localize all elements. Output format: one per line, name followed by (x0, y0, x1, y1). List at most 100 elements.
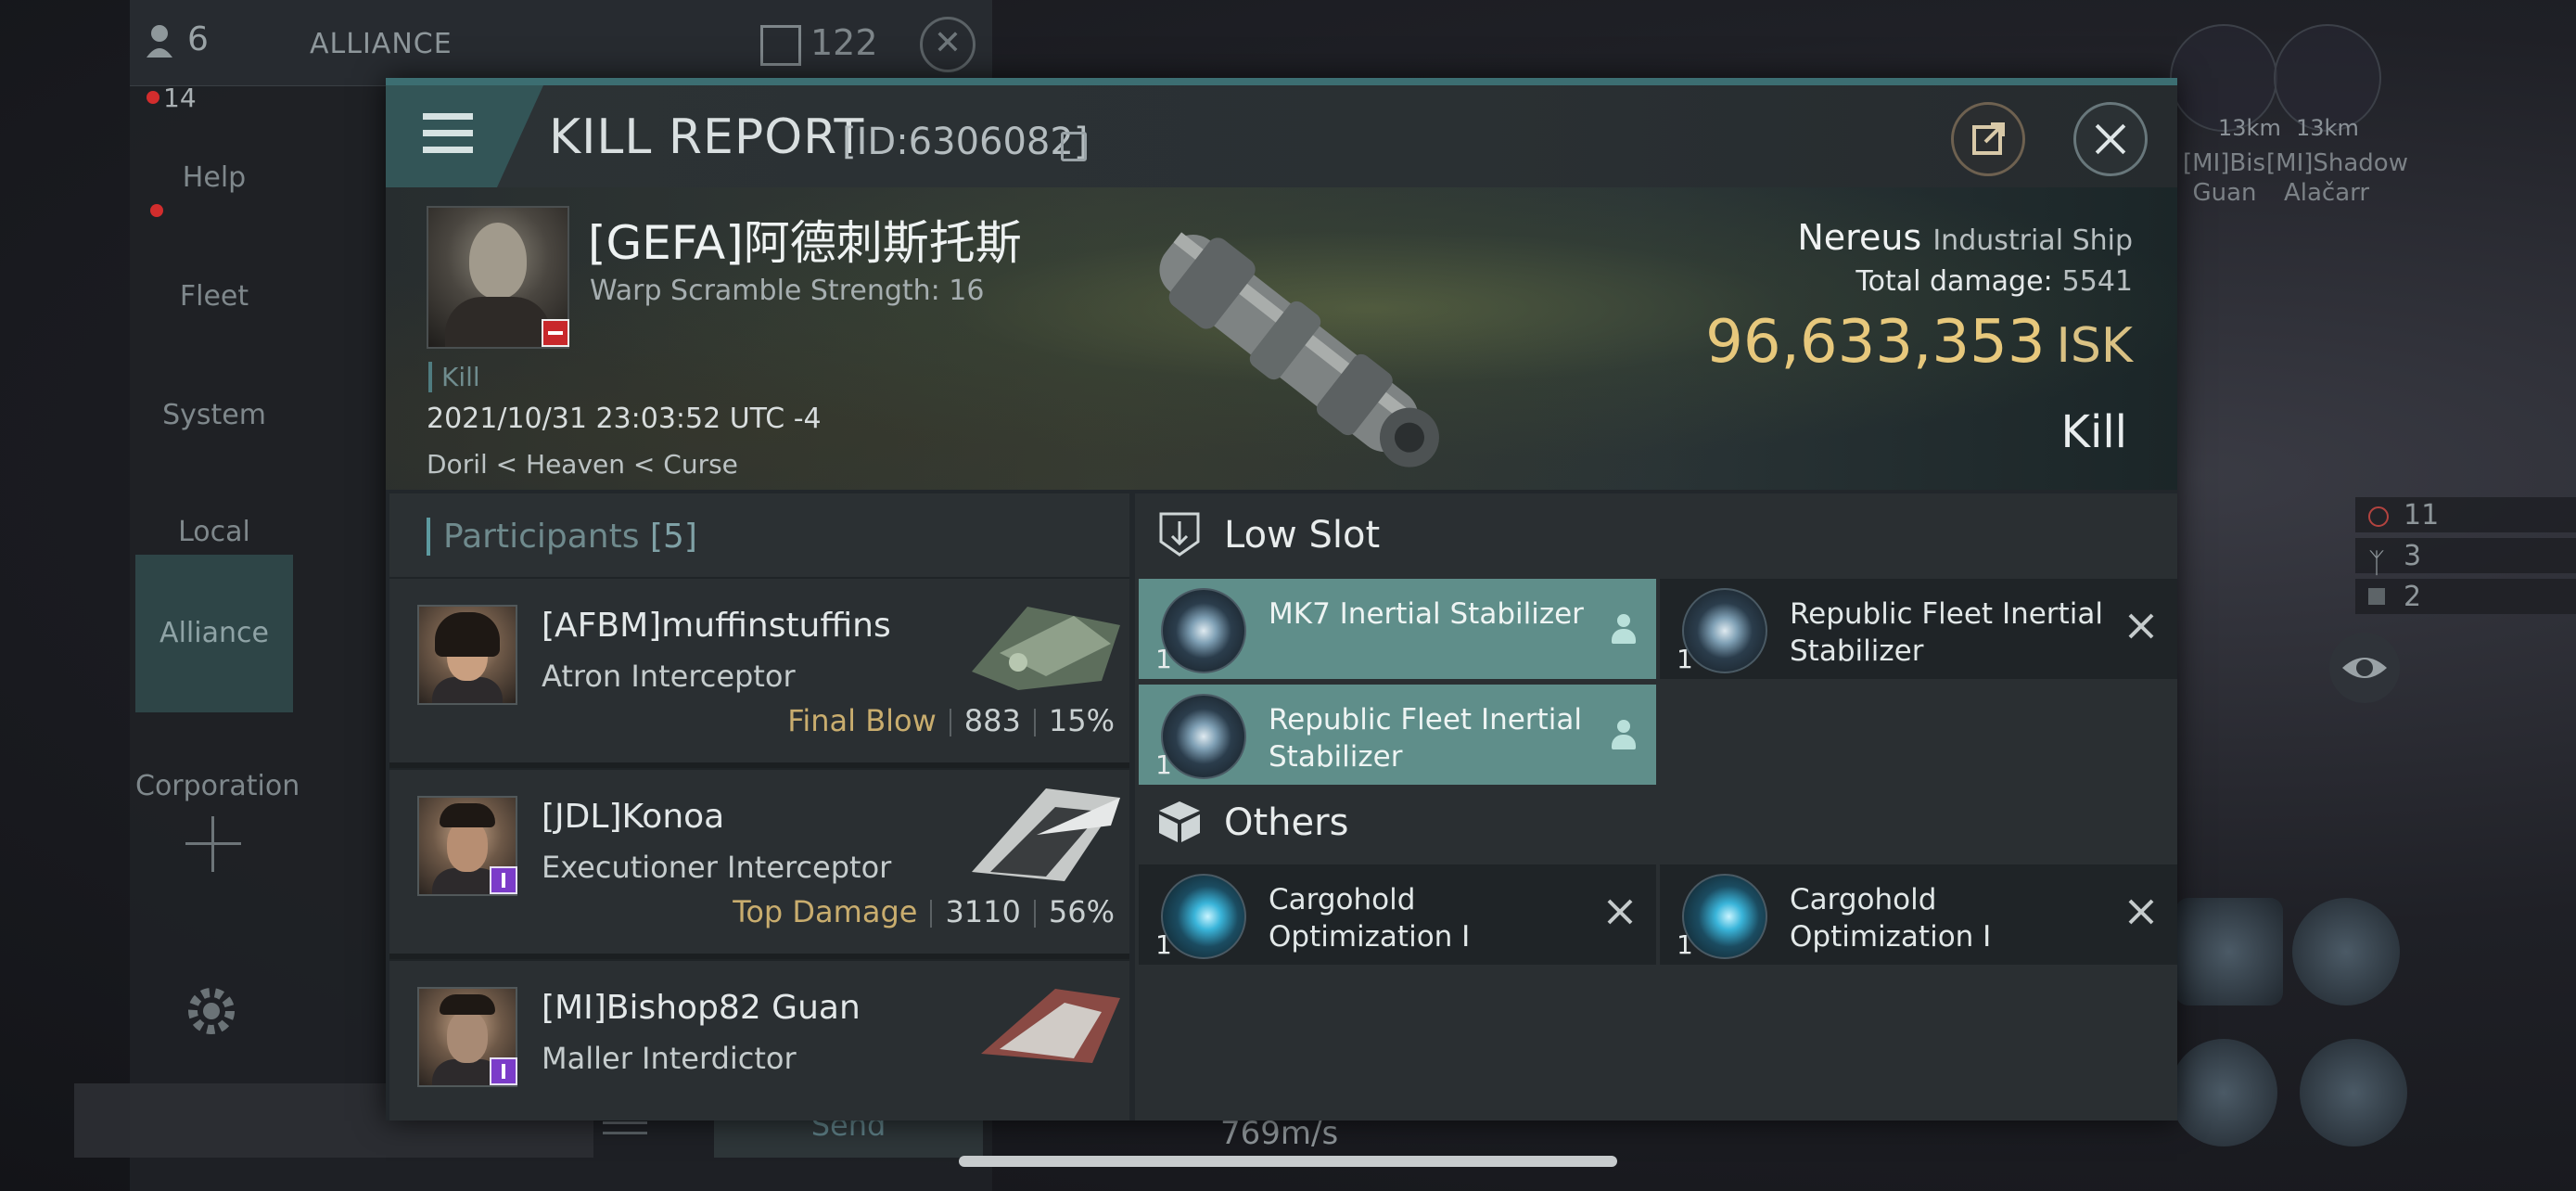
user-icon (147, 25, 172, 58)
result-label: Kill (2060, 406, 2127, 458)
ship-image (972, 607, 1120, 690)
modal-header: KILL REPORT [ID:6306082] (386, 85, 2177, 187)
others-label: Others (1224, 801, 1349, 844)
home-indicator (959, 1156, 1617, 1167)
nav-alliance[interactable]: Alliance (135, 555, 293, 712)
add-channel-icon[interactable] (185, 816, 241, 872)
menu-button[interactable] (386, 85, 543, 187)
module-item[interactable]: 1 Cargohold Optimization I (1139, 864, 1656, 965)
destroyed-x-icon (2125, 610, 2157, 642)
square-icon (2368, 588, 2385, 605)
participant-row[interactable]: [MI]Bishop82 Guan Maller Interdictor (389, 961, 1129, 1121)
module-name: Cargohold Optimization I (1790, 883, 1992, 954)
copy-icon[interactable] (1061, 132, 1087, 161)
participants-label: Participants [5] (427, 518, 697, 556)
warp-scramble-strength: Warp Scramble Strength: 16 (590, 275, 985, 307)
nav-fleet[interactable]: Fleet (135, 241, 293, 352)
module-quantity: 1 (1677, 929, 1693, 960)
chat-member-count[interactable]: 122 (760, 22, 878, 66)
module-button[interactable] (2170, 1039, 2277, 1146)
participant-ship: Maller Interdictor (542, 1041, 797, 1076)
module-item[interactable]: 1 Republic Fleet Inertial Stabilizer (1139, 685, 1656, 785)
modal-title: KILL REPORT (549, 109, 865, 165)
module-quantity: 1 (1155, 644, 1172, 674)
inertial-stabilizer-icon (1682, 588, 1767, 673)
participant-stats: Top Damage 3110 56% (733, 894, 1115, 929)
participant-stats: Final Blow 883 15% (787, 703, 1115, 738)
destroyed-x-icon (1604, 896, 1636, 928)
participants-header: Participants [5] (389, 493, 1129, 577)
module-item[interactable]: 1 MK7 Inertial Stabilizer (1139, 579, 1656, 679)
unread-badge: 14 (163, 83, 197, 113)
avatar[interactable] (417, 605, 517, 705)
participant-ship: Atron Interceptor (542, 659, 796, 694)
chat-header: 6 ALLIANCE 122 ✕ (130, 0, 992, 86)
victim-banner: [GEFA]阿德刺斯托斯 Warp Scramble Strength: 16 … (386, 187, 2177, 490)
participant-name: [JDL]Konoa (542, 798, 725, 836)
share-button[interactable] (1951, 102, 2025, 176)
participant-row[interactable]: [AFBM]muffinstuffins Atron Interceptor F… (389, 579, 1129, 768)
dropped-person-icon (1610, 614, 1638, 646)
cargo-box-icon (1159, 801, 1200, 842)
module-item[interactable]: 1 Cargohold Optimization I (1660, 864, 2177, 965)
target-name: [MI]Bishop82 Guan (2183, 149, 2266, 207)
victim-name[interactable]: [GEFA]阿德刺斯托斯 (588, 206, 1022, 273)
module-item[interactable]: 1 Republic Fleet Inertial Stabilizer (1660, 579, 2177, 679)
others-header: Others (1135, 781, 2177, 866)
participant-ship: Executioner Interceptor (542, 850, 892, 885)
kill-timestamp: 2021/10/31 23:03:52 UTC -4 (427, 403, 822, 435)
top-damage-label: Top Damage (733, 894, 918, 929)
modules-panel: Low Slot 1 MK7 Inertial Stabilizer 1 Rep… (1135, 493, 2177, 1121)
participant-damage: 3110 (945, 894, 1021, 929)
dropped-person-icon (1610, 720, 1638, 751)
eye-icon[interactable] (2329, 633, 2400, 703)
close-button[interactable] (2073, 102, 2148, 176)
participants-count: [5] (649, 518, 697, 556)
target-name: [MI]Shadow Alačarr (2266, 149, 2408, 207)
ship-name[interactable]: Nereus Industrial Ship (1797, 217, 2133, 258)
ship-class: Industrial Ship (1932, 224, 2133, 257)
inertial-stabilizer-icon (1161, 588, 1246, 673)
participant-row[interactable]: [JDL]Konoa Executioner Interceptor Top D… (389, 770, 1129, 959)
nav-system[interactable]: System (135, 360, 293, 471)
ship-image (1159, 232, 1439, 467)
info-badge-icon (490, 1057, 517, 1085)
participants-panel: Participants [5] [AFBM]muffinstuffins At… (389, 493, 1129, 1121)
total-damage: Total damage: 5541 (1855, 265, 2133, 298)
participant-name: [AFBM]muffinstuffins (542, 607, 891, 645)
kill-report-modal: KILL REPORT [ID:6306082] [GEFA]阿德刺斯托斯 Wa… (386, 78, 2177, 1121)
share-icon (1972, 122, 2005, 155)
ship-image (981, 989, 1120, 1063)
module-name: Republic Fleet Inertial Stabilizer (1269, 703, 1582, 774)
member-list-icon (760, 24, 801, 66)
low-slot-label: Low Slot (1224, 514, 1381, 557)
ship-image (972, 788, 1120, 881)
module-button[interactable] (2300, 1039, 2407, 1146)
isk-unit: ISK (2056, 318, 2133, 374)
participant-percent: 56% (1048, 894, 1115, 929)
kill-tag: Kill (428, 362, 480, 392)
participant-percent: 15% (1048, 703, 1115, 738)
target-range: 13km (2296, 115, 2359, 141)
chat-close-button[interactable]: ✕ (920, 17, 976, 72)
nav-help[interactable]: Help (135, 122, 293, 234)
report-id: [ID:6306082] (842, 121, 1089, 163)
module-button[interactable] (2175, 898, 2283, 1005)
final-blow-label: Final Blow (787, 703, 937, 738)
module-name: MK7 Inertial Stabilizer (1269, 597, 1584, 631)
chat-user-count[interactable]: 6 (145, 20, 209, 59)
participant-damage: 883 (963, 703, 1021, 738)
destroyed-x-icon (2125, 896, 2157, 928)
hud-stat-drones: ᛉ3 (2355, 538, 2576, 580)
module-button[interactable] (2292, 898, 2400, 1005)
chat-channel-title: ALLIANCE (310, 28, 453, 60)
module-quantity: 1 (1155, 929, 1172, 960)
low-slot-header: Low Slot (1135, 493, 2177, 579)
module-quantity: 1 (1155, 749, 1172, 780)
alert-dot (150, 204, 163, 217)
gear-icon[interactable] (182, 981, 241, 1041)
total-damage-value: 5541 (2061, 265, 2133, 298)
member-count-value: 122 (810, 22, 878, 63)
module-quantity: 1 (1677, 644, 1693, 674)
kill-location[interactable]: Doril < Heaven < Curse (427, 449, 738, 480)
